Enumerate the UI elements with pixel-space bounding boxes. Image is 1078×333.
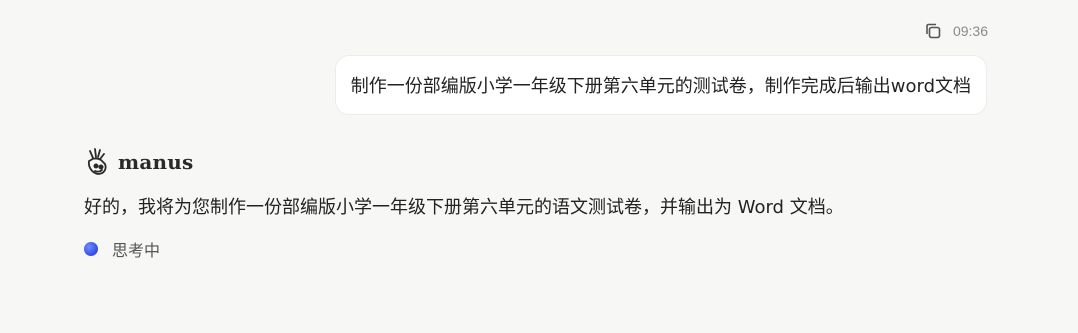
copy-icon[interactable]	[923, 21, 943, 41]
manus-logo-icon	[84, 147, 110, 177]
assistant-message: manus 好的，我将为您制作一份部编版小学一年级下册第六单元的语文测试卷，并输…	[84, 145, 844, 261]
user-message-bubble: 制作一份部编版小学一年级下册第六单元的测试卷，制作完成后输出word文档	[334, 55, 987, 115]
thinking-status: 思考中	[84, 237, 844, 261]
user-message-text: 制作一份部编版小学一年级下册第六单元的测试卷，制作完成后输出word文档	[350, 76, 971, 97]
user-message-meta: 09:36	[923, 21, 988, 41]
message-timestamp: 09:36	[952, 23, 988, 39]
status-indicator-dot	[84, 242, 98, 256]
brand-name: manus	[118, 150, 194, 174]
status-label: 思考中	[112, 241, 161, 260]
assistant-brand: manus	[84, 145, 844, 179]
assistant-reply-text: 好的，我将为您制作一份部编版小学一年级下册第六单元的语文测试卷，并输出为 Wor…	[84, 197, 844, 218]
